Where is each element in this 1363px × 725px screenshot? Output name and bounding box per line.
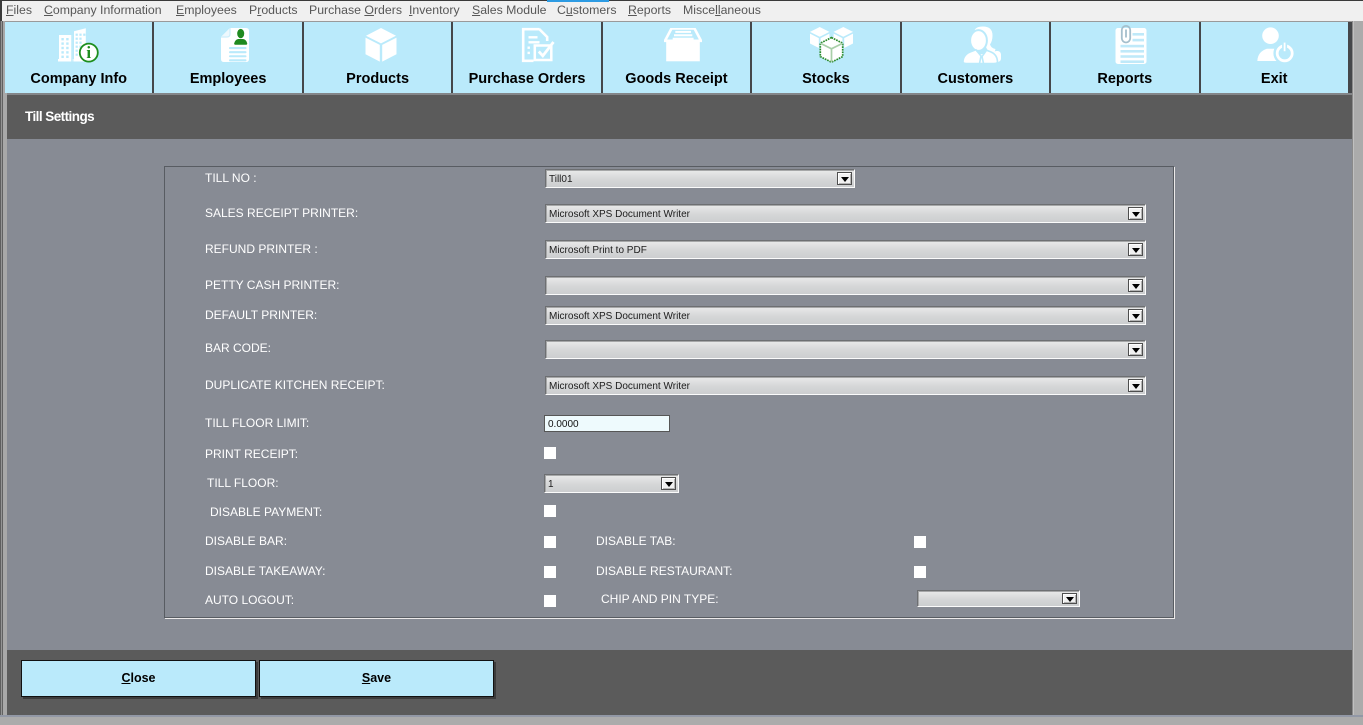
- svg-text:i: i: [87, 43, 92, 62]
